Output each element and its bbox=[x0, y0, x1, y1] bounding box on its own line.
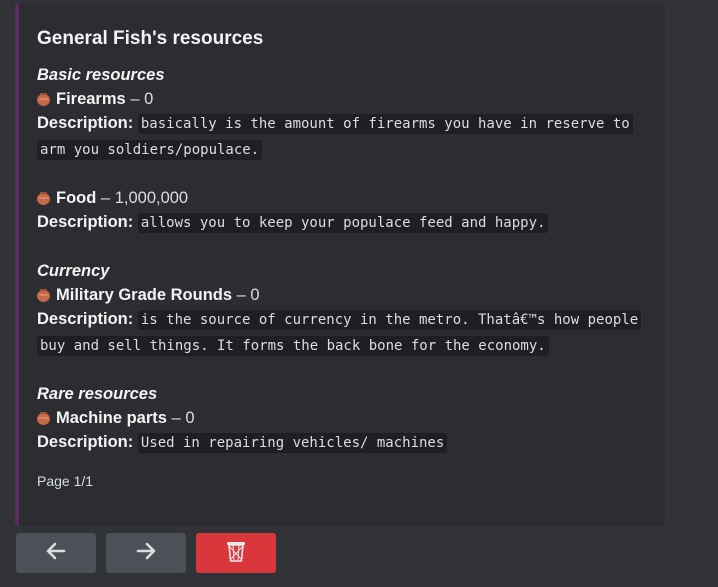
item-value: 0 bbox=[250, 286, 260, 304]
item-separator: – bbox=[130, 90, 140, 108]
arrow-right-icon bbox=[135, 540, 157, 567]
item-name: Machine parts bbox=[56, 409, 167, 427]
description-label: Description: bbox=[37, 213, 134, 231]
embed-footer: Page 1/1 bbox=[37, 473, 94, 489]
resource-machine-parts: Machine parts – 0 bbox=[37, 406, 649, 430]
description-machine-parts: Description: Used in repairing vehicles/… bbox=[37, 430, 649, 456]
previous-page-button[interactable] bbox=[16, 533, 96, 573]
wastebasket-icon bbox=[225, 539, 247, 568]
section-title-currency: Currency bbox=[37, 262, 110, 280]
embed-title: General Fish's resources bbox=[37, 28, 264, 49]
resource-firearms: Firearms – 0 bbox=[37, 87, 649, 111]
item-value: 0 bbox=[144, 90, 154, 108]
amphora-icon bbox=[37, 191, 50, 205]
description-text: allows you to keep your populace feed an… bbox=[137, 213, 549, 233]
section-title-rare: Rare resources bbox=[37, 385, 158, 403]
amphora-icon bbox=[37, 92, 50, 106]
section-title-basic: Basic resources bbox=[37, 66, 165, 84]
resource-military-grade-rounds: Military Grade Rounds – 0 bbox=[37, 283, 649, 307]
item-separator: – bbox=[100, 189, 111, 207]
item-value: 1,000,000 bbox=[114, 189, 189, 207]
description-text: Used in repairing vehicles/ machines bbox=[137, 433, 448, 453]
item-separator: – bbox=[171, 409, 181, 427]
delete-button[interactable] bbox=[196, 533, 276, 573]
arrow-left-icon bbox=[45, 540, 67, 567]
item-name: Military Grade Rounds bbox=[56, 286, 233, 304]
item-name: Firearms bbox=[56, 90, 126, 108]
description-label: Description: bbox=[37, 114, 134, 132]
description-label: Description: bbox=[37, 433, 134, 451]
item-name: Food bbox=[56, 189, 97, 207]
item-separator: – bbox=[236, 286, 246, 304]
description-firearms: Description: basically is the amount of … bbox=[37, 111, 649, 163]
amphora-icon bbox=[37, 288, 50, 302]
resources-embed: General Fish's resources Basic resources… bbox=[15, 3, 665, 526]
amphora-icon bbox=[37, 411, 50, 425]
description-military-grade-rounds: Description: is the source of currency i… bbox=[37, 307, 649, 359]
next-page-button[interactable] bbox=[106, 533, 186, 573]
description-label: Description: bbox=[37, 310, 134, 328]
resource-food: Food – 1,000,000 bbox=[37, 186, 649, 210]
item-value: 0 bbox=[185, 409, 195, 427]
description-food: Description: allows you to keep your pop… bbox=[37, 210, 649, 236]
